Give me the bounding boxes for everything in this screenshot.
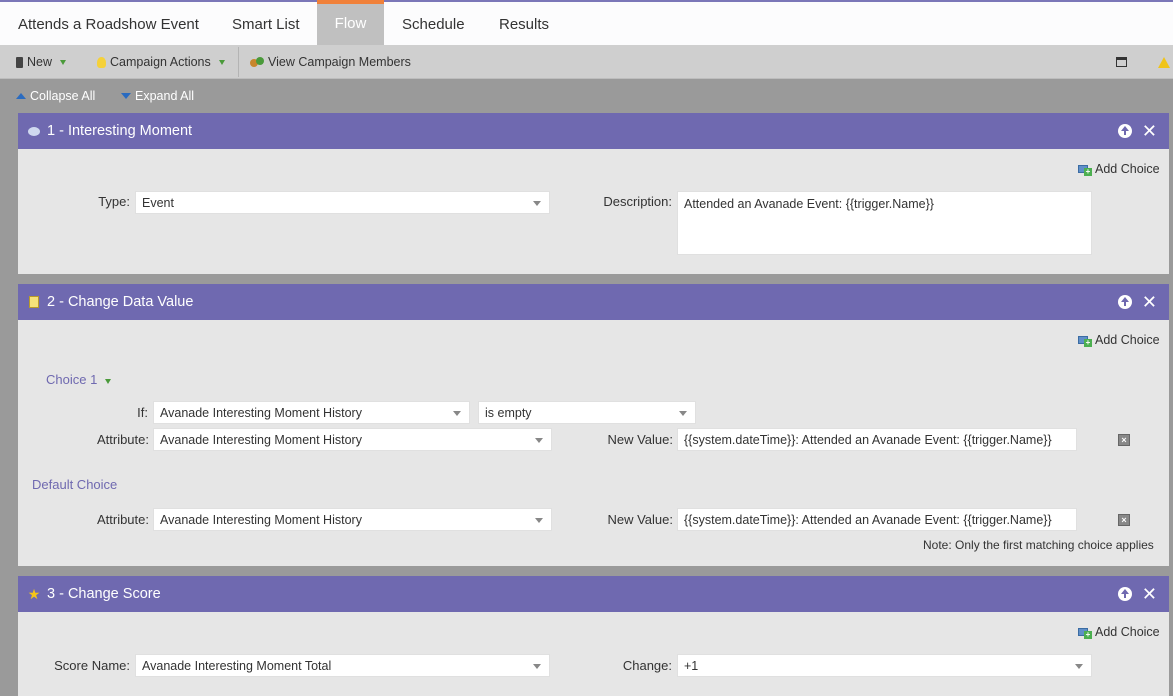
step-2-title: 2 - Change Data Value	[47, 294, 194, 310]
chevron-down-icon	[453, 411, 461, 416]
dropdown-arrow-icon	[60, 59, 67, 65]
campaign-actions-label: Campaign Actions	[110, 55, 211, 69]
add-choice-icon: +	[1078, 163, 1092, 176]
description-label: Description:	[603, 194, 672, 209]
tab-campaign-name[interactable]: Attends a Roadshow Event	[18, 2, 199, 45]
speech-bubble-icon	[27, 124, 41, 138]
tab-bar: Attends a Roadshow Event Smart List Flow…	[0, 0, 1173, 45]
delete-choice-icon[interactable]: ×	[1118, 434, 1130, 446]
if-field-select[interactable]: Avanade Interesting Moment History	[153, 401, 470, 424]
default-new-value-input[interactable]: {{system.dateTime}}: Attended an Avanade…	[677, 508, 1077, 531]
step-3-body: + Add Choice Score Name: Avanade Interes…	[18, 612, 1169, 696]
close-icon[interactable]: ✕	[1142, 122, 1157, 140]
chevron-down-icon	[535, 438, 543, 443]
step-3-title: 3 - Change Score	[47, 586, 161, 602]
data-value-icon	[27, 295, 41, 309]
toolbar: New Campaign Actions View Campaign Membe…	[0, 45, 1173, 79]
chevron-down-icon	[1075, 664, 1083, 669]
score-name-select[interactable]: Avanade Interesting Moment Total	[135, 654, 550, 677]
change-label: Change:	[622, 658, 672, 673]
if-field-value: Avanade Interesting Moment History	[160, 406, 362, 420]
move-up-icon[interactable]	[1117, 587, 1132, 601]
add-choice-button[interactable]: + Add Choice	[1078, 333, 1160, 347]
add-choice-label: Add Choice	[1095, 625, 1160, 639]
warning-icon	[1158, 56, 1170, 68]
add-choice-button[interactable]: + Add Choice	[1078, 162, 1160, 176]
collapse-all-label: Collapse All	[30, 89, 96, 103]
tab-flow[interactable]: Flow	[317, 0, 384, 45]
attribute-select[interactable]: Avanade Interesting Moment History	[153, 428, 552, 451]
new-value-input[interactable]: {{system.dateTime}}: Attended an Avanade…	[677, 428, 1077, 451]
change-select[interactable]: +1	[677, 654, 1092, 677]
add-choice-label: Add Choice	[1095, 162, 1160, 176]
view-members-label: View Campaign Members	[268, 55, 411, 69]
default-choice-label: Default Choice	[32, 477, 118, 492]
score-name-value: Avanade Interesting Moment Total	[142, 659, 332, 673]
tab-smart-list[interactable]: Smart List	[232, 2, 300, 45]
chevron-down-icon	[533, 664, 541, 669]
collapse-all-button[interactable]: Collapse All	[16, 80, 95, 112]
new-label: New	[27, 55, 53, 69]
tab-results[interactable]: Results	[499, 2, 549, 45]
dropdown-arrow-icon	[104, 379, 111, 384]
move-up-icon[interactable]	[1117, 124, 1132, 138]
step-1-body: + Add Choice Type: Event Description: At…	[18, 149, 1169, 274]
window-icon	[1116, 57, 1127, 67]
delete-default-choice-icon[interactable]: ×	[1118, 514, 1130, 526]
step-1-title: 1 - Interesting Moment	[47, 123, 193, 139]
attribute-label: Attribute:	[96, 432, 149, 447]
step-2-body: + Add Choice Choice 1 If: Avanade Intere…	[18, 320, 1169, 566]
members-icon	[250, 56, 264, 68]
new-value-label: New Value:	[607, 432, 673, 447]
chevron-down-icon	[679, 411, 687, 416]
step-2-header[interactable]: 2 - Change Data Value ✕	[18, 284, 1169, 320]
matching-choice-note: Note: Only the first matching choice app…	[923, 538, 1154, 552]
default-new-value-label: New Value:	[607, 512, 673, 527]
warning-button[interactable]	[1158, 45, 1170, 79]
attribute-value: Avanade Interesting Moment History	[160, 433, 362, 447]
choice-1-label: Choice 1	[46, 372, 98, 387]
new-icon	[16, 56, 23, 68]
lightbulb-icon	[97, 56, 106, 68]
score-name-label: Score Name:	[54, 658, 130, 673]
tab-schedule[interactable]: Schedule	[402, 2, 465, 45]
change-value: +1	[684, 659, 699, 673]
collapse-icon	[16, 93, 26, 99]
view-campaign-members-button[interactable]: View Campaign Members	[250, 45, 411, 79]
step-1-header[interactable]: 1 - Interesting Moment ✕	[18, 113, 1169, 149]
close-icon[interactable]: ✕	[1142, 293, 1157, 311]
step-3-header[interactable]: ★ 3 - Change Score ✕	[18, 576, 1169, 612]
toolbar-divider	[238, 47, 239, 77]
default-attribute-value: Avanade Interesting Moment History	[160, 513, 362, 527]
choice-1-toggle[interactable]: Choice 1	[46, 372, 111, 387]
type-label: Type:	[98, 194, 130, 209]
add-choice-icon: +	[1078, 626, 1092, 639]
move-up-icon[interactable]	[1117, 295, 1132, 309]
if-label: If:	[137, 405, 148, 420]
expand-icon	[121, 93, 131, 99]
default-attribute-select[interactable]: Avanade Interesting Moment History	[153, 508, 552, 531]
close-icon[interactable]: ✕	[1142, 585, 1157, 603]
dropdown-arrow-icon	[218, 59, 225, 65]
expand-bar: Collapse All Expand All	[0, 80, 1173, 112]
default-attribute-label: Attribute:	[96, 512, 149, 527]
star-icon: ★	[27, 585, 41, 602]
if-operator-select[interactable]: is empty	[478, 401, 696, 424]
if-operator-value: is empty	[485, 406, 532, 420]
campaign-actions-button[interactable]: Campaign Actions	[97, 45, 225, 79]
description-textarea[interactable]: Attended an Avanade Event: {{trigger.Nam…	[677, 191, 1092, 255]
chevron-down-icon	[533, 201, 541, 206]
new-button[interactable]: New	[16, 45, 67, 79]
add-choice-icon: +	[1078, 334, 1092, 347]
add-choice-label: Add Choice	[1095, 333, 1160, 347]
type-select[interactable]: Event	[135, 191, 550, 214]
chevron-down-icon	[535, 518, 543, 523]
expand-all-label: Expand All	[135, 89, 195, 103]
window-button[interactable]	[1116, 45, 1127, 79]
type-value: Event	[142, 196, 174, 210]
expand-all-button[interactable]: Expand All	[121, 80, 194, 112]
add-choice-button[interactable]: + Add Choice	[1078, 625, 1160, 639]
